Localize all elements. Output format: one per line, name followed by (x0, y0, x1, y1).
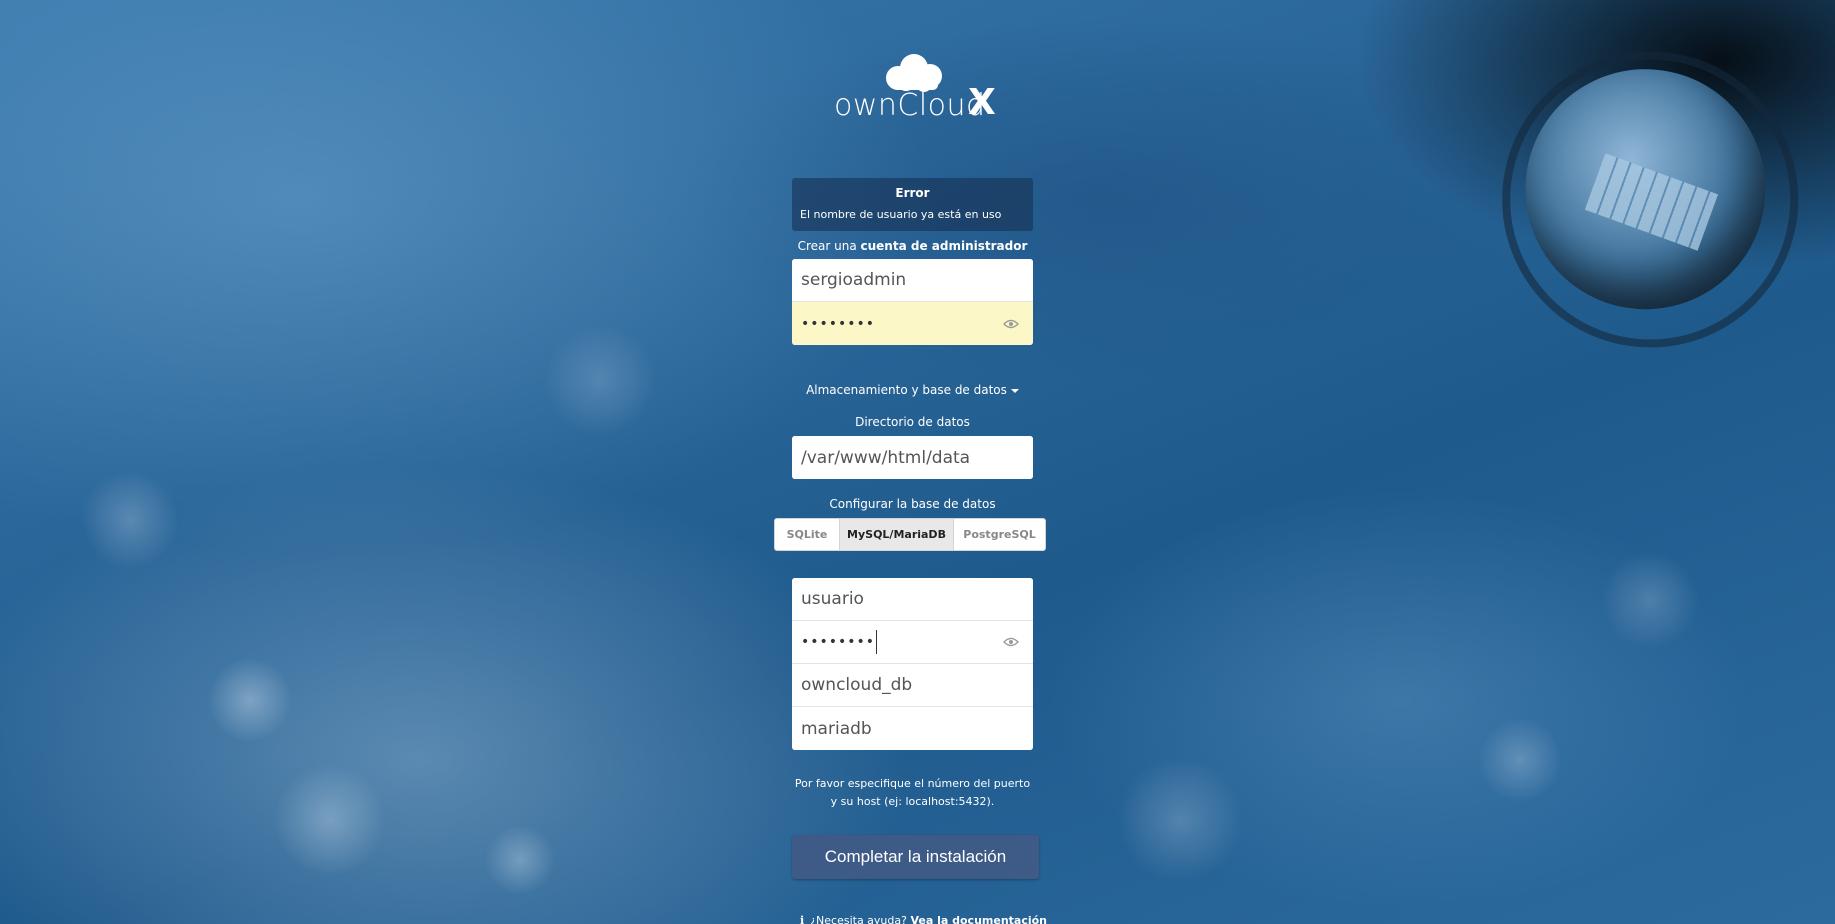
show-password-eye-icon[interactable] (1003, 319, 1019, 329)
cloud-logo-icon (886, 54, 942, 92)
db-host-input[interactable]: mariadb (792, 707, 1033, 750)
admin-credentials-group: sergioadmin •••••••• (792, 259, 1033, 345)
install-form: Error El nombre de usuario ya está en us… (774, 178, 1046, 879)
db-tab-postgresql[interactable]: PostgreSQL (954, 519, 1045, 550)
storage-toggle-label: Almacenamiento y base de datos (806, 383, 1007, 397)
brand-suffix: X (968, 82, 996, 123)
error-message-box: Error El nombre de usuario ya está en us… (792, 178, 1033, 231)
documentation-link[interactable]: Vea la documentación (910, 914, 1047, 924)
configure-database-label: Configurar la base de datos (829, 497, 996, 511)
data-directory-label: Directorio de datos (855, 415, 970, 429)
data-directory-group: /var/www/html/data (792, 436, 1033, 479)
admin-username-value: sergioadmin (801, 270, 907, 290)
db-password-value: •••••••• (801, 634, 876, 650)
show-db-password-eye-icon[interactable] (1003, 637, 1019, 647)
db-user-value: usuario (801, 589, 864, 609)
database-credentials-group: usuario •••••••• owncloud_db mariadb (792, 578, 1033, 750)
complete-installation-button[interactable]: Completar la instalación (792, 835, 1039, 879)
owncloud-logo: ownCloud X (834, 52, 1000, 123)
db-user-input[interactable]: usuario (792, 578, 1033, 621)
admin-password-input[interactable]: •••••••• (792, 302, 1033, 345)
brand-name: ownCloud (834, 88, 986, 123)
admin-label-emphasis: cuenta de administrador (860, 239, 1028, 253)
db-password-input[interactable]: •••••••• (792, 621, 1033, 664)
db-tab-mysql-mariadb[interactable]: MySQL/MariaDB (840, 519, 954, 550)
db-name-input[interactable]: owncloud_db (792, 664, 1033, 707)
data-directory-input[interactable]: /var/www/html/data (792, 436, 1033, 479)
error-text: El nombre de usuario ya está en uso (800, 208, 1002, 221)
storage-database-toggle[interactable]: Almacenamiento y base de datos (792, 383, 1033, 397)
database-type-selector: SQLite MySQL/MariaDB PostgreSQL (774, 518, 1046, 551)
db-name-value: owncloud_db (801, 675, 913, 695)
admin-username-input[interactable]: sergioadmin (792, 259, 1033, 302)
db-host-value: mariadb (801, 718, 872, 739)
admin-password-value: •••••••• (801, 315, 876, 332)
admin-section-label: Crear una cuenta de administrador (792, 239, 1033, 253)
db-tab-sqlite[interactable]: SQLite (775, 519, 840, 550)
error-title: Error (895, 186, 930, 200)
help-line: i ¿Necesita ayuda? Vea la documentación (800, 914, 1047, 924)
chevron-down-icon (1010, 388, 1019, 393)
info-icon: i (800, 914, 805, 924)
text-cursor (876, 630, 878, 654)
admin-label-prefix: Crear una (797, 239, 861, 253)
data-directory-value: /var/www/html/data (801, 447, 971, 468)
help-question: ¿Necesita ayuda? (810, 914, 907, 924)
port-host-hint: Por favor especifique el número del puer… (794, 777, 1031, 808)
